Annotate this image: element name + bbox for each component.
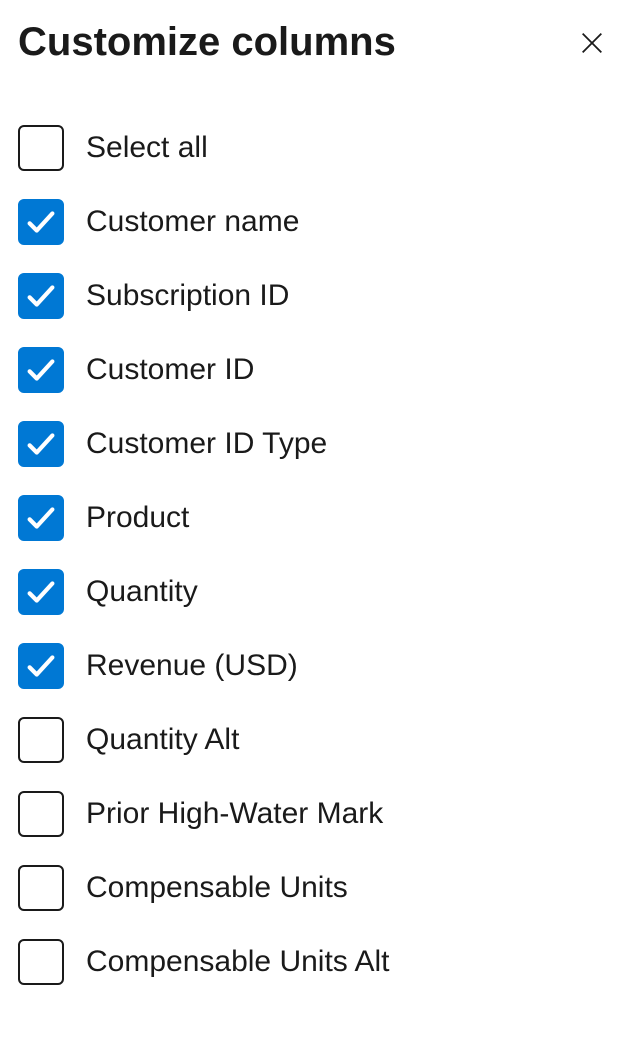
check-icon xyxy=(24,575,58,609)
check-icon xyxy=(24,427,58,461)
column-checkbox[interactable] xyxy=(18,421,64,467)
column-label: Select all xyxy=(86,131,208,165)
column-label: Prior High-Water Mark xyxy=(86,797,383,831)
column-label: Customer ID xyxy=(86,353,254,387)
check-icon xyxy=(24,353,58,387)
column-item: Quantity xyxy=(18,569,612,615)
column-checkbox[interactable] xyxy=(18,791,64,837)
column-label: Quantity Alt xyxy=(86,723,239,757)
column-label: Compensable Units xyxy=(86,871,348,905)
column-item: Customer ID Type xyxy=(18,421,612,467)
column-item: Subscription ID xyxy=(18,273,612,319)
column-checkbox[interactable] xyxy=(18,347,64,393)
column-item: Customer name xyxy=(18,199,612,245)
column-item: Prior High-Water Mark xyxy=(18,791,612,837)
column-label: Revenue (USD) xyxy=(86,649,298,683)
column-checkbox[interactable] xyxy=(18,865,64,911)
panel-title: Customize columns xyxy=(18,20,396,65)
column-item: Quantity Alt xyxy=(18,717,612,763)
close-button[interactable] xyxy=(572,23,612,63)
check-icon xyxy=(24,649,58,683)
check-icon xyxy=(24,501,58,535)
column-item: Compensable Units xyxy=(18,865,612,911)
column-checkbox[interactable] xyxy=(18,273,64,319)
column-item: Select all xyxy=(18,125,612,171)
column-label: Customer ID Type xyxy=(86,427,327,461)
column-checkbox[interactable] xyxy=(18,717,64,763)
column-checkbox[interactable] xyxy=(18,569,64,615)
column-label: Quantity xyxy=(86,575,198,609)
column-checkbox[interactable] xyxy=(18,199,64,245)
column-item: Compensable Units Alt xyxy=(18,939,612,985)
column-checkbox[interactable] xyxy=(18,643,64,689)
column-item: Revenue (USD) xyxy=(18,643,612,689)
column-checkbox[interactable] xyxy=(18,495,64,541)
check-icon xyxy=(24,279,58,313)
column-label: Product xyxy=(86,501,189,535)
check-icon xyxy=(24,205,58,239)
column-label: Compensable Units Alt xyxy=(86,945,390,979)
close-icon xyxy=(578,29,606,57)
column-item: Product xyxy=(18,495,612,541)
column-label: Subscription ID xyxy=(86,279,289,313)
column-checkbox[interactable] xyxy=(18,125,64,171)
column-checkbox[interactable] xyxy=(18,939,64,985)
column-list: Select all Customer name Subscription ID Cu… xyxy=(18,125,612,985)
column-label: Customer name xyxy=(86,205,299,239)
panel-header: Customize columns xyxy=(18,20,612,65)
column-item: Customer ID xyxy=(18,347,612,393)
